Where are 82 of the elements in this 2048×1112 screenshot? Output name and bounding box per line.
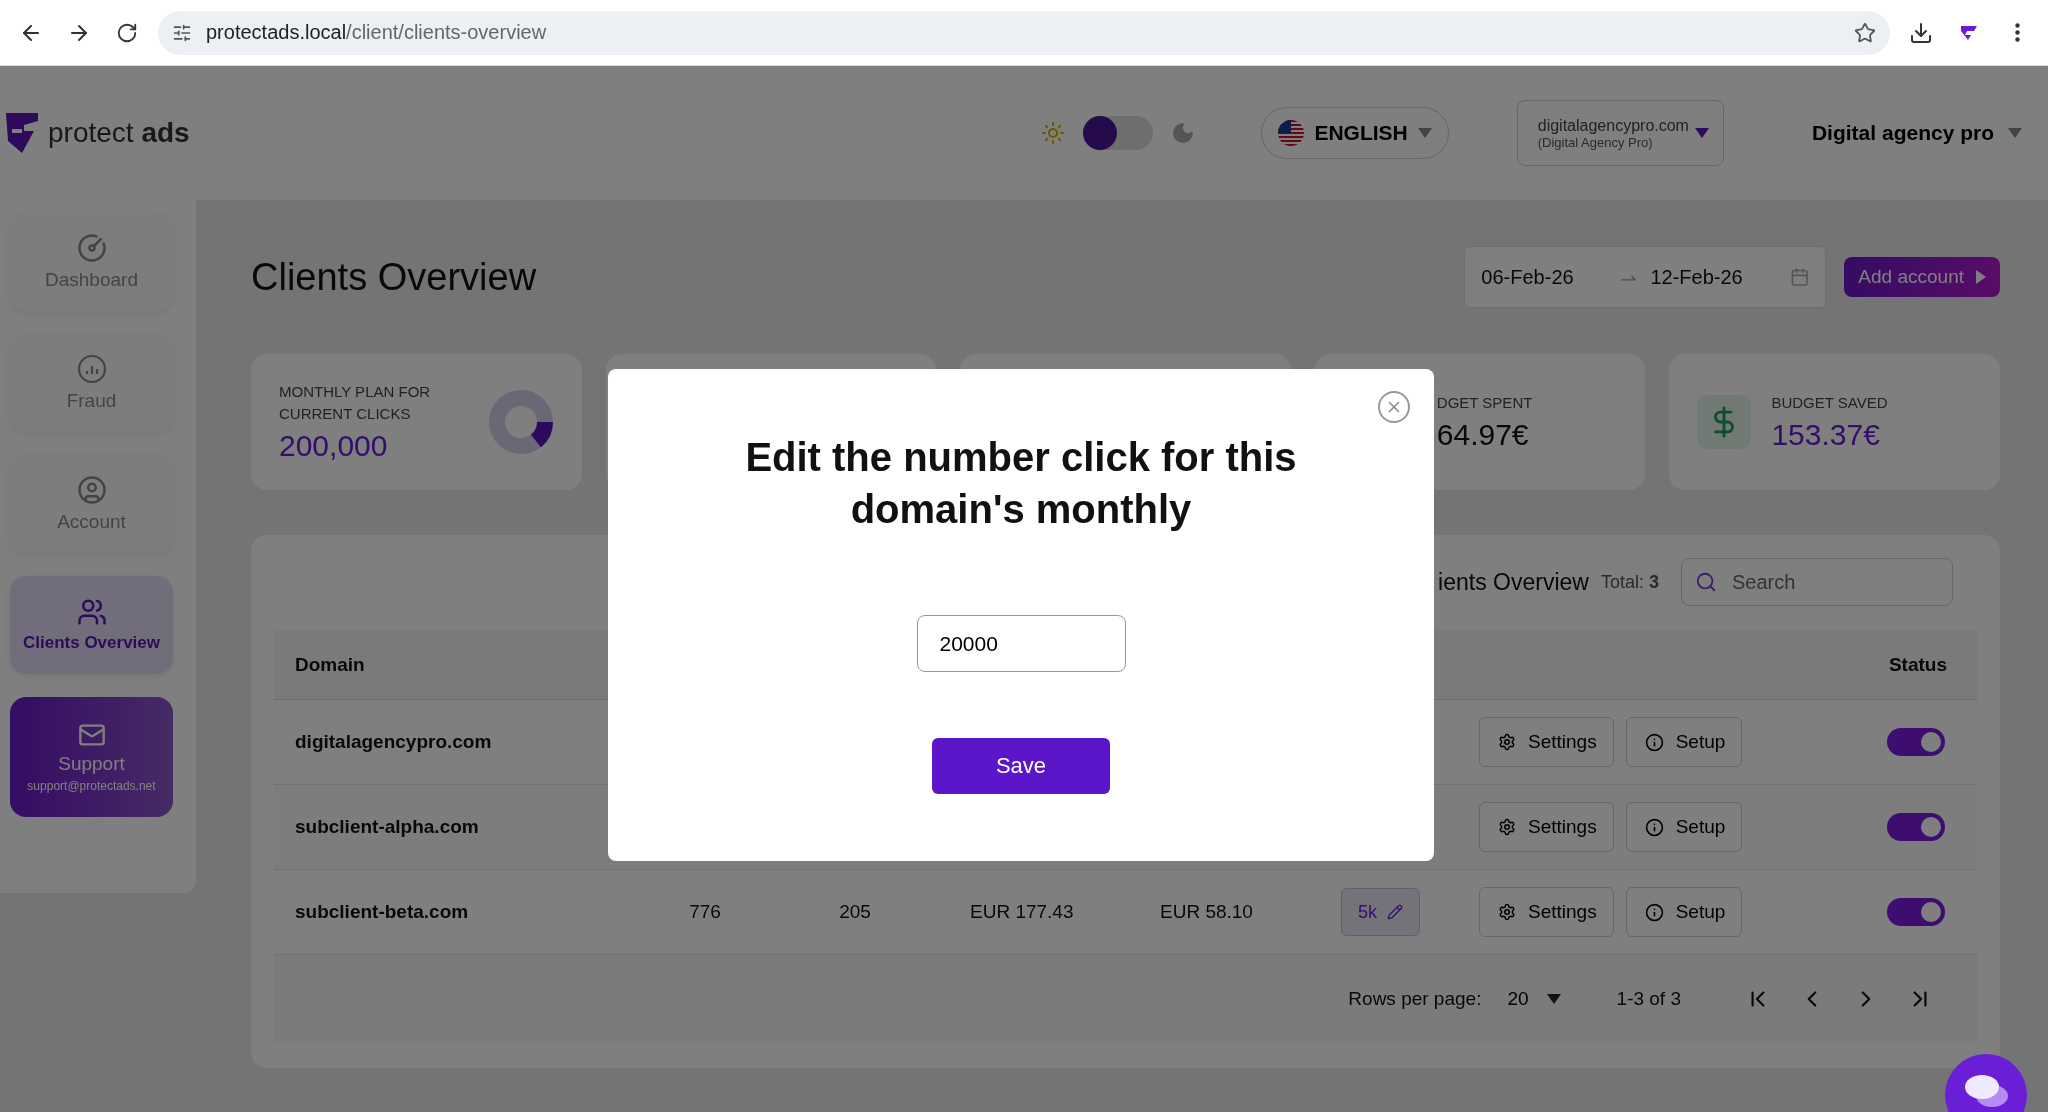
settings-button[interactable]: Settings xyxy=(1479,887,1614,937)
caret-icon xyxy=(2008,128,2022,138)
setup-button[interactable]: Setup xyxy=(1625,717,1743,767)
gear-icon xyxy=(1498,733,1516,751)
close-button[interactable] xyxy=(1378,391,1410,423)
table-cell-text: 776 xyxy=(688,901,722,923)
start-date: 06-Feb-26 xyxy=(1481,265,1575,289)
extension-logo-icon xyxy=(1959,23,1979,42)
url-text: protectads.local/client/clients-overview xyxy=(206,21,548,44)
sidebar-item[interactable]: Clients Overview xyxy=(10,576,173,674)
language-select[interactable]: ENGLISH xyxy=(1261,107,1449,159)
logo-text: protect ads xyxy=(48,117,190,149)
gear-icon xyxy=(1498,903,1516,921)
support-email: support@protectads.net xyxy=(27,779,156,793)
domain-cell-text: subclient-alpha.com xyxy=(294,816,480,838)
theme-toggle[interactable] xyxy=(1083,116,1154,150)
stat-label: DGET SPENT xyxy=(1436,393,1534,413)
page-range: 1-3 of 3 xyxy=(1616,988,1681,1010)
table-cell-text: 205 xyxy=(838,901,872,923)
settings-button[interactable]: Settings xyxy=(1479,717,1614,767)
chat-button[interactable] xyxy=(1945,1054,2027,1112)
donut-chart-icon xyxy=(487,389,554,455)
info-icon xyxy=(1644,817,1664,837)
setup-button[interactable]: Setup xyxy=(1625,887,1743,937)
rows-per-page-label: Rows per page: xyxy=(1348,988,1482,1010)
flag-icon xyxy=(1278,120,1305,146)
site-settings-icon[interactable] xyxy=(172,22,192,43)
stat-value: 64.97€ xyxy=(1436,418,1530,452)
users-icon xyxy=(76,597,107,627)
dollar-icon xyxy=(1697,395,1752,449)
logo-shield-icon xyxy=(4,111,40,155)
clicks-input[interactable]: 20000 xyxy=(916,615,1126,672)
column-header: Domain xyxy=(294,653,366,676)
domain-cell-text: subclient-beta.com xyxy=(294,901,470,923)
bookmark-star-icon[interactable] xyxy=(1854,21,1876,44)
download-icon xyxy=(1909,20,1933,45)
setup-button[interactable]: Setup xyxy=(1625,802,1743,852)
gear-icon xyxy=(1498,818,1516,836)
status-toggle[interactable] xyxy=(1887,898,1945,926)
table-title: ients Overview xyxy=(1438,568,1589,596)
menu-icon xyxy=(2014,23,2020,42)
settings-button[interactable]: Settings xyxy=(1479,802,1614,852)
rows-per-page-select[interactable]: 20 xyxy=(1501,987,1567,1011)
end-date: 12-Feb-26 xyxy=(1650,265,1744,289)
info-icon xyxy=(1644,902,1664,922)
stat-value: 200,000 xyxy=(279,429,389,463)
status-toggle[interactable] xyxy=(1887,728,1945,756)
caret-icon xyxy=(1546,994,1561,1004)
bar-chart-icon xyxy=(76,354,107,384)
reload-icon xyxy=(116,21,138,44)
date-range-picker[interactable]: 06-Feb-26 12-Feb-26 xyxy=(1464,246,1827,308)
pencil-icon xyxy=(1387,904,1403,920)
dialog-title: Edit the number click for this domain's monthly xyxy=(744,434,1298,533)
support-button[interactable]: Support support@protectads.net xyxy=(10,697,173,817)
click-limit-button[interactable]: 5k xyxy=(1341,888,1420,936)
stat-label: BUDGET SAVED xyxy=(1771,393,1889,413)
table-cell-text: EUR 58.10 xyxy=(1159,901,1254,923)
stat-value: 153.37€ xyxy=(1771,418,1881,452)
info-icon xyxy=(1644,732,1664,752)
search-field[interactable]: Search xyxy=(1681,558,1953,606)
gauge-icon xyxy=(76,233,107,263)
total-count: Total: 3 xyxy=(1600,571,1659,593)
add-account-button[interactable]: Add account xyxy=(1844,257,2000,297)
stat-label: MONTHLY PLAN FOR CURRENT CLICKS xyxy=(279,382,432,424)
user-menu[interactable]: Digital agency pro xyxy=(1805,120,2028,146)
status-toggle[interactable] xyxy=(1887,813,1945,841)
save-button[interactable]: Save xyxy=(932,738,1110,794)
address-bar[interactable]: protectads.local/client/clients-overview xyxy=(158,10,1890,55)
sun-icon xyxy=(1041,121,1066,145)
user-icon xyxy=(76,475,107,505)
caret-icon xyxy=(1694,128,1709,138)
moon-icon xyxy=(1171,121,1196,145)
support-label: Support xyxy=(58,753,125,775)
caret-icon xyxy=(1417,128,1432,138)
play-icon xyxy=(1976,270,1986,284)
calendar-icon xyxy=(1790,267,1810,287)
column-header: Status xyxy=(1887,653,1948,676)
chat-bubbles-icon xyxy=(1962,1072,2010,1108)
account-select[interactable]: digitalagencypro.com (Digital Agency Pro) xyxy=(1516,100,1724,166)
domain-cell-text: digitalagencypro.com xyxy=(294,731,493,753)
page-title: Clients Overview xyxy=(251,255,538,299)
table-cell-text: EUR 177.43 xyxy=(969,901,1075,923)
